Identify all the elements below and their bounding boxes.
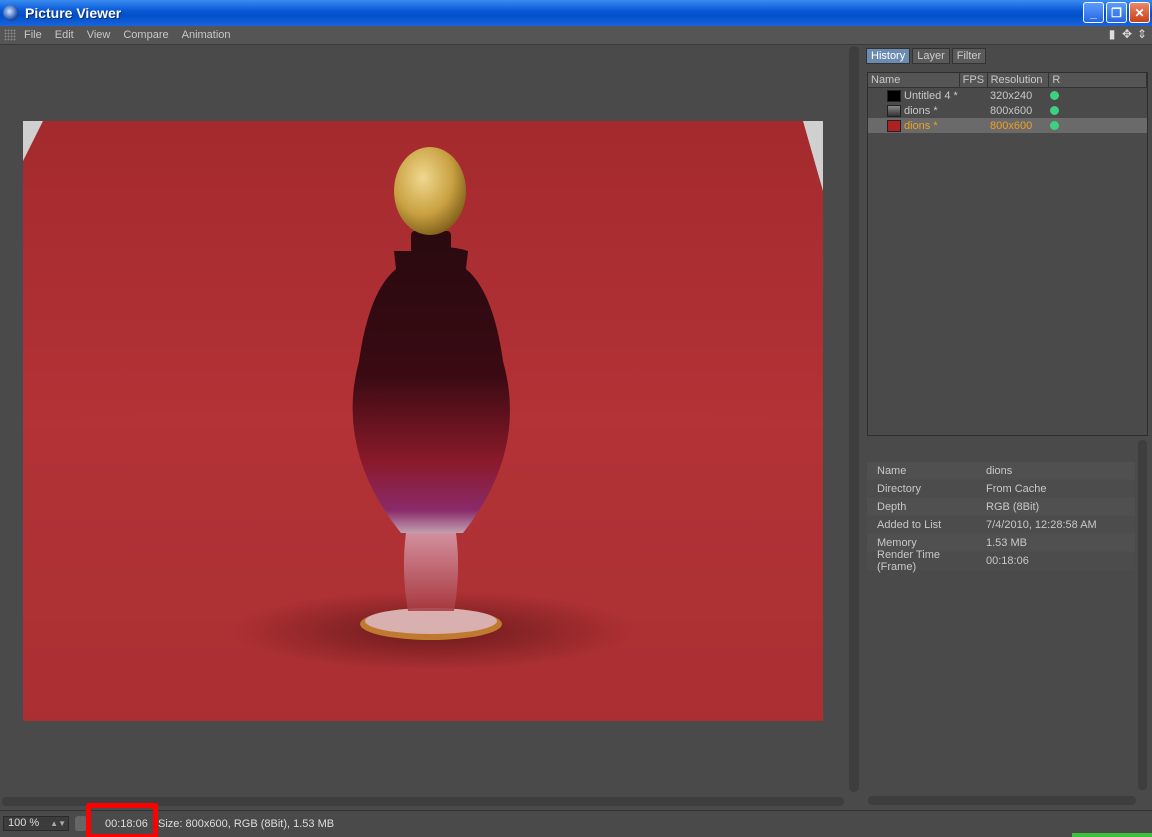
- viewport-vertical-scrollbar[interactable]: [849, 46, 859, 792]
- history-item-resolution: 320x240: [990, 89, 1033, 102]
- info-value: 1.53 MB: [986, 536, 1027, 549]
- info-key: Render Time (Frame): [877, 548, 940, 573]
- info-key: Memory: [877, 536, 917, 549]
- info-key: Added to List: [877, 518, 942, 531]
- history-row[interactable]: dions * 800x600: [868, 103, 1147, 118]
- history-item-name: Untitled 4 *: [904, 89, 958, 102]
- rendered-image: [23, 121, 823, 721]
- info-value: 00:18:06: [986, 554, 1029, 567]
- info-key: Name: [877, 464, 907, 477]
- minimize-button[interactable]: _: [1083, 2, 1104, 23]
- history-list[interactable]: Name FPS Resolution R Untitled 4 * 320x2…: [867, 72, 1148, 436]
- window-controls: _ ❐ ✕: [1083, 2, 1150, 23]
- image-size-info: Size: 800x600, RGB (8Bit), 1.53 MB: [158, 818, 335, 830]
- column-resolution[interactable]: Resolution: [988, 73, 1050, 87]
- history-header: Name FPS Resolution R: [868, 73, 1147, 88]
- info-row: Depth RGB (8Bit): [867, 498, 1135, 516]
- thumbnail-icon: [887, 119, 901, 132]
- tab-filter[interactable]: Filter: [951, 48, 987, 64]
- info-value: 7/4/2010, 12:28:58 AM: [986, 518, 1097, 531]
- tab-layer[interactable]: Layer: [912, 48, 950, 64]
- status-dot-icon: [1050, 106, 1059, 115]
- info-key: Depth: [877, 500, 907, 513]
- menu-edit[interactable]: Edit: [55, 29, 74, 41]
- info-row: Render Time (Frame) 00:18:06: [867, 548, 1135, 573]
- info-vertical-scrollbar[interactable]: [1138, 440, 1147, 790]
- panel-tabs: History Layer Filter: [866, 48, 987, 64]
- app-icon: [3, 5, 19, 21]
- menu-animation[interactable]: Animation: [182, 29, 231, 41]
- column-fps[interactable]: FPS: [960, 73, 988, 87]
- history-item-name: dions *: [904, 104, 938, 117]
- history-item-resolution: 800x600: [990, 104, 1033, 117]
- info-value: From Cache: [986, 482, 1047, 495]
- menu-view[interactable]: View: [87, 29, 111, 41]
- menu-compare[interactable]: Compare: [123, 29, 168, 41]
- info-panel: Name dions Directory From Cache Depth RG…: [867, 462, 1135, 573]
- info-row: Directory From Cache: [867, 480, 1135, 498]
- zoom-field[interactable]: 100 % ▲▼: [3, 816, 69, 831]
- image-viewport[interactable]: [0, 46, 846, 796]
- zoom-value: 100 %: [8, 817, 40, 829]
- highlight-box: [86, 803, 158, 837]
- history-row[interactable]: Untitled 4 * 320x240: [868, 88, 1147, 103]
- status-bar: 100 % ▲▼ 00:18:06 Size: 800x600, RGB (8B…: [0, 803, 1152, 837]
- info-row: Name dions: [867, 462, 1135, 480]
- view-toolbar: ▮ ✥ ⇕: [1106, 27, 1148, 41]
- status-dot-icon: [1050, 121, 1059, 130]
- close-button[interactable]: ✕: [1129, 2, 1150, 23]
- info-value: RGB (8Bit): [986, 500, 1040, 513]
- grip-icon[interactable]: [4, 29, 16, 41]
- window-title: Picture Viewer: [25, 5, 122, 21]
- scroll-icon[interactable]: ⇕: [1136, 27, 1148, 41]
- thumbnail-icon: [887, 89, 901, 102]
- menu-file[interactable]: File: [24, 29, 42, 41]
- thumbnail-icon: [887, 104, 901, 117]
- status-dot-icon: [1050, 91, 1059, 100]
- menu-bar: File Edit View Compare Animation ▮ ✥ ⇕: [0, 26, 1152, 45]
- info-key: Directory: [877, 482, 922, 495]
- move-icon[interactable]: ✥: [1121, 27, 1133, 41]
- perfume-bottle-render: [23, 121, 823, 721]
- progress-indicator: [1072, 833, 1152, 837]
- info-row: Added to List 7/4/2010, 12:28:58 AM: [867, 516, 1135, 534]
- panel-horizontal-scrollbar[interactable]: [868, 796, 1136, 805]
- history-row-selected[interactable]: dions * 800x600: [868, 118, 1147, 133]
- tab-history[interactable]: History: [866, 48, 911, 64]
- panel-toggle-icon[interactable]: ▮: [1106, 27, 1118, 41]
- title-bar: Picture Viewer _ ❐ ✕: [0, 0, 1152, 26]
- restore-button[interactable]: ❐: [1106, 2, 1127, 23]
- info-value: dions: [986, 464, 1013, 477]
- column-name[interactable]: Name: [868, 73, 960, 87]
- history-item-name: dions *: [904, 119, 938, 132]
- history-item-resolution: 800x600: [990, 119, 1033, 132]
- spinner-icon[interactable]: ▲▼: [50, 817, 66, 830]
- column-r[interactable]: R: [1049, 73, 1147, 87]
